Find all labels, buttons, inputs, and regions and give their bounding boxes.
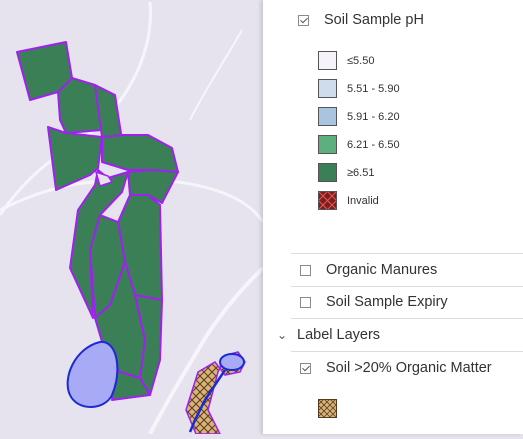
layer-row-soil-ph[interactable]: Soil Sample pH — [263, 10, 523, 30]
legend-swatch — [318, 79, 337, 98]
legend-label: 6.21 - 6.50 — [347, 138, 400, 151]
legend-label: ≤5.50 — [347, 54, 375, 67]
organic-manures-checkbox[interactable] — [300, 264, 311, 276]
legend-swatch — [318, 51, 337, 70]
divider — [291, 318, 523, 319]
pond-polygon — [66, 340, 119, 408]
soil-ph-checkbox[interactable] — [298, 14, 309, 26]
label-layers-label: Label Layers — [297, 327, 381, 343]
small-pond — [219, 353, 245, 371]
legend-label: Invalid — [347, 194, 379, 207]
divider — [291, 253, 523, 254]
legend-item: ≥6.51 — [318, 163, 374, 182]
organic-matter-legend-swatch — [317, 398, 337, 423]
soil-organic-matter-checkbox[interactable] — [300, 362, 311, 374]
field-parcel — [101, 134, 179, 173]
divider — [291, 351, 523, 352]
hatch-swatch-icon — [317, 398, 337, 418]
layers-panel: Soil Sample pH ≤5.50 5.51 - 5.90 5.91 - … — [263, 0, 523, 434]
group-row-label-layers[interactable]: ⌄ Label Layers — [263, 325, 523, 345]
legend-swatch — [318, 107, 337, 126]
legend-swatch-invalid — [318, 191, 337, 210]
legend-label: 5.51 - 5.90 — [347, 82, 400, 95]
legend-item: 5.91 - 6.20 — [318, 107, 400, 126]
layer-row-soil-expiry[interactable]: Soil Sample Expiry — [263, 292, 523, 312]
legend-label: ≥6.51 — [347, 166, 375, 179]
soil-ph-label: Soil Sample pH — [324, 12, 424, 28]
road-line — [189, 29, 243, 121]
chevron-down-icon[interactable]: ⌄ — [276, 328, 288, 342]
layer-row-soil-organic-matter[interactable]: Soil >20% Organic Matter — [263, 358, 523, 378]
legend-swatch — [318, 135, 337, 154]
legend-swatch — [318, 163, 337, 182]
layer-row-organic-manures[interactable]: Organic Manures — [263, 260, 523, 280]
legend-label: 5.91 - 6.20 — [347, 110, 400, 123]
soil-expiry-checkbox[interactable] — [300, 296, 311, 308]
legend-item: Invalid — [318, 191, 379, 210]
legend-item: 6.21 - 6.50 — [318, 135, 400, 154]
divider — [291, 286, 523, 287]
legend-item: 5.51 - 5.90 — [318, 79, 400, 98]
soil-organic-matter-label: Soil >20% Organic Matter — [326, 360, 492, 376]
field-parcel — [94, 84, 123, 141]
organic-manures-label: Organic Manures — [326, 262, 438, 278]
invalid-hatch-icon — [319, 192, 336, 209]
legend-item: ≤5.50 — [318, 51, 374, 70]
soil-expiry-label: Soil Sample Expiry — [326, 294, 448, 310]
